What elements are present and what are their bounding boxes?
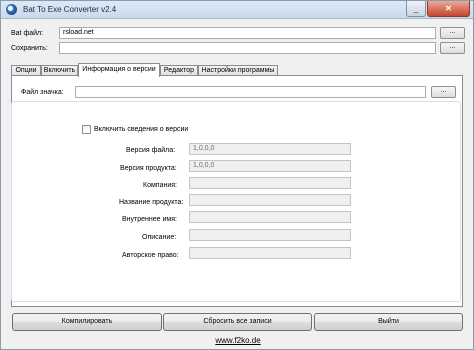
bat-file-browse-button[interactable]: ...: [440, 27, 465, 39]
save-label: Сохранить:: [11, 45, 48, 52]
title-bar[interactable]: Bat To Exe Converter v2.4 _ ✕: [1, 1, 473, 19]
minimize-button[interactable]: _: [406, 1, 426, 17]
icon-file-browse-button[interactable]: ...: [431, 86, 456, 98]
file-version-input[interactable]: 1,0,0,0: [189, 143, 351, 155]
enable-version-info-checkbox[interactable]: [82, 125, 91, 134]
tab-version-info[interactable]: Информация о версии: [78, 63, 160, 77]
bat-file-input[interactable]: rsload.net: [59, 27, 436, 39]
icon-file-label: Файл значка:: [21, 89, 64, 96]
main-window: Bat To Exe Converter v2.4 _ ✕ Bat файл: …: [0, 0, 474, 350]
reset-all-button[interactable]: Сбросить все записи: [163, 313, 312, 331]
description-label: Описание:: [142, 234, 177, 241]
copyright-label: Авторское право:: [122, 252, 179, 259]
product-version-input[interactable]: 1,0,0,0: [189, 160, 351, 172]
window-title: Bat To Exe Converter v2.4: [23, 5, 117, 14]
icon-file-input[interactable]: [75, 86, 426, 98]
save-browse-button[interactable]: ...: [440, 42, 465, 54]
description-input[interactable]: [189, 229, 351, 241]
close-button[interactable]: ✕: [427, 1, 470, 17]
save-input[interactable]: [59, 42, 436, 54]
company-label: Компания:: [143, 182, 177, 189]
product-name-label: Название продукта:: [119, 199, 184, 206]
file-version-label: Версия файла:: [126, 147, 176, 154]
copyright-input[interactable]: [189, 247, 351, 259]
company-input[interactable]: [189, 177, 351, 189]
internal-name-input[interactable]: [189, 211, 351, 223]
enable-version-info-label: Включить сведения о версии: [94, 126, 189, 133]
app-icon: [6, 4, 17, 15]
product-version-label: Версия продукта:: [120, 165, 177, 172]
internal-name-label: Внутреннее имя:: [122, 216, 177, 223]
product-name-input[interactable]: [189, 194, 351, 206]
bat-file-label: Bat файл:: [11, 30, 44, 37]
exit-button[interactable]: Выйти: [314, 313, 463, 331]
compile-button[interactable]: Компилировать: [12, 313, 162, 331]
website-link[interactable]: www.f2ko.de: [1, 336, 473, 345]
